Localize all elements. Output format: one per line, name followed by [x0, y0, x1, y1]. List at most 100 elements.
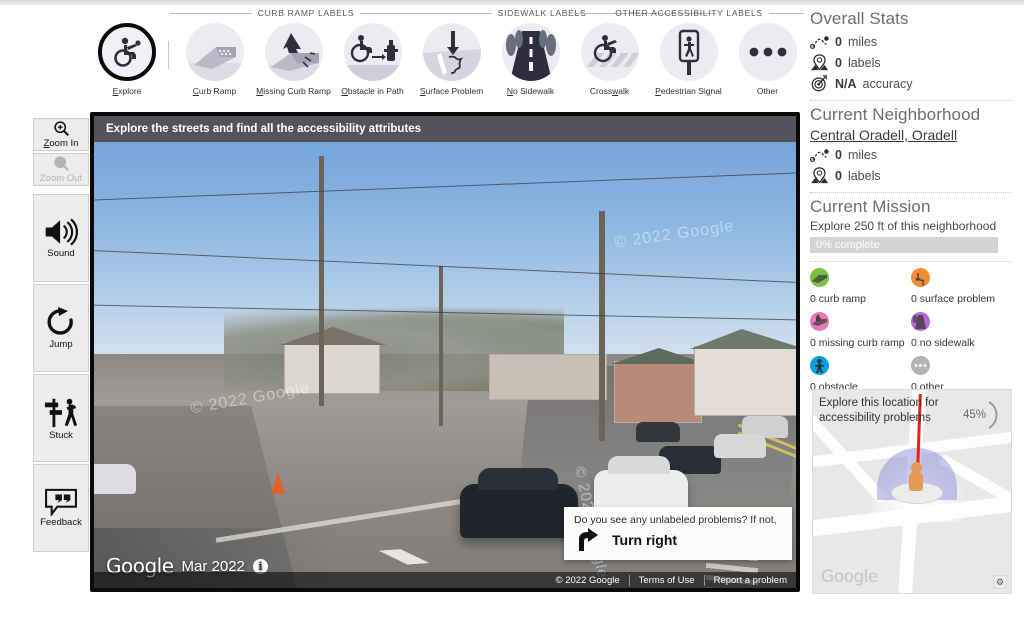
- turn-prompt-card[interactable]: Do you see any unlabeled problems? If no…: [564, 507, 792, 560]
- divider: [810, 192, 1012, 193]
- zoom-out-button[interactable]: Zoom Out: [33, 153, 89, 186]
- turn-action-label: Turn right: [612, 532, 678, 548]
- pedestrian-signal-icon: [659, 23, 718, 81]
- tool-label: Feedback: [40, 517, 82, 528]
- speaker-icon: [45, 218, 78, 246]
- surface-problem-swatch-icon: [911, 268, 930, 287]
- speech-bubble-icon: [45, 488, 77, 516]
- stat-row-hood-labels: 0 labels: [810, 165, 1012, 186]
- compass-arc-icon: [988, 401, 998, 429]
- mode-button-explore[interactable]: EExplorexplore: [92, 23, 162, 96]
- stat-row-overall-accuracy: N/A accuracy: [810, 73, 1012, 94]
- sound-button[interactable]: Sound: [33, 194, 89, 282]
- stat-unit: miles: [847, 34, 878, 49]
- other-swatch-icon: [911, 356, 930, 375]
- traffic-cone: [271, 472, 285, 494]
- rule-left: [368, 12, 492, 14]
- label-counts-grid: 0 curb ramp 0 surface problem 0 missing …: [810, 268, 1012, 400]
- neighborhood-link[interactable]: Central Oradell, Oradell: [810, 127, 1012, 143]
- distance-path-icon: [810, 35, 829, 49]
- divider: [810, 100, 1012, 101]
- mode-button-surface-problem[interactable]: Surface Problem: [412, 23, 491, 96]
- tool-label: Zoom Out: [39, 173, 83, 184]
- stat-value: 0: [835, 147, 842, 162]
- mode-button-crosswalk[interactable]: Crosswalk: [570, 23, 649, 96]
- curb-ramp-swatch-icon: [810, 268, 829, 287]
- label-count-text: 0 surface problem: [911, 293, 996, 305]
- mode-button-curb-ramp[interactable]: Curb Ramp: [175, 23, 254, 96]
- building-wall: [489, 354, 607, 400]
- stat-value: 0: [835, 55, 842, 70]
- zoom-in-button[interactable]: Zoom In: [33, 118, 89, 151]
- stuck-button[interactable]: Stuck: [33, 374, 89, 462]
- tool-label: Zoom In: [43, 138, 79, 149]
- mode-label: Other: [756, 86, 779, 96]
- zoom-in-icon: [53, 121, 69, 137]
- turn-action-row: Turn right: [574, 528, 782, 552]
- crosswalk-icon: [580, 23, 639, 81]
- labels-pin-icon: [811, 54, 828, 71]
- labels-pin-icon: [811, 167, 828, 184]
- footer-terms-link[interactable]: Terms of Use: [628, 574, 704, 586]
- section-title: CURB RAMP LABELS: [257, 8, 355, 18]
- street-view-panorama[interactable]: © 2022 Google © 2022 Google © 2022 Googl…: [94, 116, 796, 588]
- label-count-missing-curb-ramp: 0 missing curb ramp: [810, 312, 911, 351]
- building-storefront: [694, 346, 796, 416]
- feedback-button[interactable]: Feedback: [33, 464, 89, 552]
- target-accuracy-icon: [811, 75, 827, 92]
- minimap-instruction: Explore this location for accessibility …: [819, 397, 939, 424]
- label-count-surface-problem: 0 surface problem: [911, 268, 1012, 307]
- minimap-google-logo: Google: [821, 567, 878, 587]
- stat-unit: labels: [847, 168, 881, 183]
- label-count-text: 0 no sidewalk: [911, 337, 975, 349]
- utility-pole: [599, 211, 605, 441]
- right-sidebar: Overall Stats 0 miles 0 labels N/A accur…: [800, 5, 1024, 400]
- distance-path-icon: [810, 148, 829, 162]
- mode-label: Surface Problem: [419, 86, 484, 96]
- white-sedan: [594, 456, 688, 512]
- compass-percent: 45%: [962, 409, 987, 421]
- panorama-footer: © 2022 Google Terms of Use Report a prob…: [94, 572, 796, 588]
- jump-button[interactable]: Jump: [33, 284, 89, 372]
- mode-button-other[interactable]: Other: [728, 23, 807, 96]
- gear-icon[interactable]: ⚙: [993, 575, 1007, 589]
- stat-value: 0: [835, 34, 842, 49]
- tool-label: Jump: [49, 339, 73, 350]
- mode-button-no-sidewalk[interactable]: No Sidewalk: [491, 23, 570, 96]
- stat-unit: accuracy: [862, 76, 913, 91]
- pegman-body: [909, 472, 923, 491]
- tool-label: Stuck: [49, 430, 73, 441]
- mode-label: Curb Ramp: [192, 86, 237, 96]
- mode-button-obstacle-in-path[interactable]: Obstacle in Path: [333, 23, 412, 96]
- label-count-no-sidewalk: 0 no sidewalk: [911, 312, 1012, 351]
- mode-label: Pedestrian Signal: [655, 86, 722, 96]
- stat-row-hood-miles: 0 miles: [810, 144, 1012, 165]
- mode-label: Missing Curb Ramp: [256, 86, 331, 96]
- current-neighborhood-title: Current Neighborhood: [810, 105, 981, 124]
- rule-left: [170, 12, 252, 14]
- refresh-arrow-icon: [47, 307, 73, 335]
- mission-description: Explore 250 ft of this neighborhood: [810, 219, 997, 233]
- turn-question: Do you see any unlabeled problems? If no…: [574, 514, 777, 526]
- ellipsis-icon: [738, 23, 797, 81]
- footer-copyright: © 2022 Google: [555, 574, 620, 586]
- stat-value: 0: [835, 168, 842, 183]
- stat-row-overall-labels: 0 labels: [810, 52, 1012, 73]
- overall-stats-title: Overall Stats: [810, 9, 909, 28]
- missing-curb-ramp-swatch-icon: [810, 312, 829, 331]
- dark-sedan: [460, 468, 578, 538]
- mode-button-missing-curb-ramp[interactable]: Missing Curb Ramp: [254, 23, 333, 96]
- footer-report-link[interactable]: Report a problem: [703, 574, 796, 586]
- mode-label: Crosswalk: [589, 86, 630, 96]
- mode-button-pedestrian-signal[interactable]: Pedestrian Signal: [649, 23, 728, 96]
- label-mode-toolbar: CURB RAMP LABELS SIDEWALK LABELS OTHER A…: [92, 5, 807, 105]
- minimap[interactable]: Explore this location for accessibility …: [812, 389, 1012, 594]
- zoom-out-icon: [53, 156, 69, 172]
- stat-value: N/A: [835, 76, 857, 91]
- pegman-icon[interactable]: [909, 462, 923, 492]
- distant-car: [714, 434, 766, 458]
- parked-car: [94, 464, 136, 494]
- label-count-text: 0 curb ramp: [810, 293, 867, 305]
- mission-progress-bar: 0% complete: [810, 237, 998, 253]
- section-title: OTHER ACCESSIBILITY LABELS: [615, 8, 763, 18]
